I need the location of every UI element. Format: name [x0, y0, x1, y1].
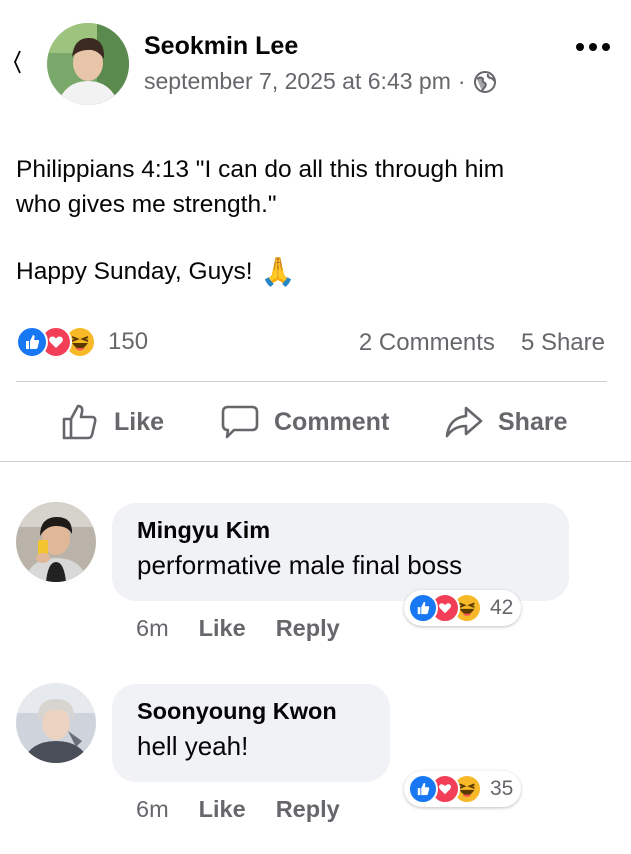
post-body: Philippians 4:13 "I can do all this thro…	[16, 152, 616, 222]
post-author-name[interactable]: Seokmin Lee	[144, 32, 298, 61]
post-text-line: who gives me strength."	[16, 191, 277, 218]
share-button[interactable]: Share	[444, 398, 567, 446]
reaction-count: 150	[108, 328, 149, 355]
comment-text: performative male final boss	[137, 550, 463, 580]
comment-label: Comment	[274, 407, 390, 436]
engagement-counts: 2 Comments 5 Share	[359, 329, 605, 357]
meta-separator: ·	[457, 68, 466, 94]
share-icon	[445, 406, 483, 438]
divider	[0, 461, 631, 462]
post-author-avatar[interactable]	[47, 23, 129, 105]
praying-hands-emoji: 🙏	[260, 256, 296, 287]
globe-icon[interactable]	[473, 70, 497, 94]
comment-like-button[interactable]: Like	[199, 796, 246, 823]
comment-author-avatar[interactable]	[16, 683, 96, 763]
thumbs-up-icon	[62, 404, 97, 440]
comment-button[interactable]: Comment	[220, 398, 389, 446]
reactions-summary[interactable]: 150	[16, 326, 148, 358]
comment-icon	[221, 405, 259, 439]
comment-actions: 6m Like Reply	[136, 796, 370, 823]
comment-reaction-count: 42	[490, 596, 514, 619]
like-button[interactable]: Like	[60, 398, 164, 446]
like-label: Like	[114, 407, 165, 436]
comment-reaction-count: 35	[490, 777, 514, 800]
like-icon	[16, 326, 48, 358]
comment-reactions[interactable]: 35	[404, 771, 522, 807]
comment-actions: 6m Like Reply	[136, 615, 370, 642]
like-icon	[408, 774, 438, 804]
like-icon	[408, 593, 438, 623]
post-meta: september 7, 2025 at 6:43 pm ·	[144, 68, 497, 95]
comment-time[interactable]: 6m	[136, 796, 169, 823]
comment-bubble: Mingyu Kim performative male final boss	[112, 503, 569, 601]
comment-reply-button[interactable]: Reply	[276, 796, 340, 823]
comments-count-link[interactable]: 2 Comments	[359, 329, 495, 357]
divider	[16, 381, 607, 382]
back-icon[interactable]	[12, 50, 22, 74]
comment-author-avatar[interactable]	[16, 502, 96, 582]
comment-author-name[interactable]: Mingyu Kim	[137, 517, 545, 544]
post-text-line: Philippians 4:13 "I can do all this thro…	[16, 156, 505, 183]
share-label: Share	[498, 407, 568, 436]
comment-time[interactable]: 6m	[136, 615, 169, 642]
comment-author-name[interactable]: Soonyoung Kwon	[137, 698, 366, 725]
comment-text: hell yeah!	[137, 731, 249, 761]
comment-reactions[interactable]: 42	[404, 590, 522, 626]
post-text-line: Happy Sunday, Guys!	[16, 257, 253, 285]
comment-bubble: Soonyoung Kwon hell yeah!	[112, 684, 390, 782]
post-timestamp[interactable]: september 7, 2025 at 6:43 pm	[144, 68, 451, 95]
comment-reply-button[interactable]: Reply	[276, 615, 340, 642]
post-text-greeting: Happy Sunday, Guys! 🙏	[16, 255, 295, 288]
more-options-icon[interactable]	[575, 40, 611, 54]
shares-count-link[interactable]: 5 Share	[521, 329, 605, 357]
comment-like-button[interactable]: Like	[199, 615, 246, 642]
